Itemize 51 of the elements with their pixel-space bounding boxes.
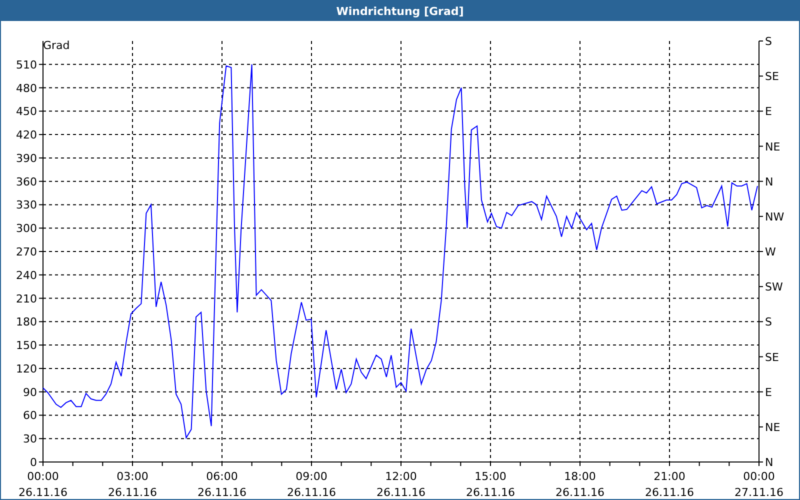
y-tick-label: 30 (23, 432, 37, 446)
y-tick-label: 0 (30, 456, 37, 469)
x-tick-time: 15:00 (474, 470, 506, 483)
compass-label: E (765, 386, 772, 399)
y-axis-title: Grad (43, 39, 70, 52)
x-tick-time: 21:00 (654, 470, 686, 483)
compass-label: NE (765, 420, 780, 434)
compass-label: SW (765, 280, 783, 294)
y-tick-label: 420 (16, 128, 37, 142)
compass-label: S (765, 35, 772, 48)
x-tick-time: 03:00 (116, 470, 148, 483)
y-tick-label: 90 (23, 386, 37, 399)
compass-label: SE (765, 350, 779, 364)
y-tick-label: 390 (16, 152, 37, 165)
compass-label: NE (765, 140, 780, 154)
x-tick-time: 12:00 (385, 470, 417, 483)
y-tick-label: 330 (16, 198, 37, 212)
y-tick-label: 270 (16, 246, 37, 258)
compass-label: NW (765, 210, 784, 224)
y-tick-label: 120 (16, 362, 37, 376)
window-title: Windrichtung [Grad] (1, 1, 799, 21)
y-tick-label: 450 (16, 105, 37, 118)
x-tick-time: 06:00 (206, 470, 238, 483)
y-tick-label: 300 (16, 222, 37, 236)
y-tick-label: 60 (23, 409, 37, 422)
y-tick-label: 360 (16, 175, 37, 188)
compass-label: SE (765, 70, 779, 84)
x-tick-date: 26.11.16 (198, 486, 246, 499)
y-tick-label: 210 (16, 292, 37, 306)
compass-label: W (765, 246, 776, 258)
compass-label: E (765, 105, 772, 118)
x-tick-time: 18:00 (564, 470, 596, 483)
y-tick-label: 480 (16, 82, 37, 95)
compass-label: S (765, 316, 772, 329)
y-tick-label: 240 (16, 268, 37, 282)
x-tick-date: 26.11.16 (108, 486, 157, 499)
y-tick-label: 150 (16, 339, 37, 352)
x-tick-date: 26.11.16 (645, 486, 694, 499)
y-tick-label: 180 (16, 316, 37, 329)
x-tick-date: 26.11.16 (18, 486, 68, 499)
compass-label: N (765, 175, 774, 188)
x-tick-date: 26.11.16 (556, 486, 604, 499)
x-tick-time: 00:00 (743, 470, 775, 483)
x-tick-time: 09:00 (296, 470, 328, 483)
y-tick-label: 510 (16, 58, 37, 72)
compass-label: N (765, 456, 774, 469)
x-tick-date: 26.11.16 (287, 486, 336, 499)
x-tick-date: 26.11.16 (376, 486, 426, 499)
x-tick-time: 00:00 (27, 470, 59, 483)
x-tick-date: 27.11.16 (734, 486, 784, 499)
x-tick-date: 26.11.16 (466, 486, 515, 499)
